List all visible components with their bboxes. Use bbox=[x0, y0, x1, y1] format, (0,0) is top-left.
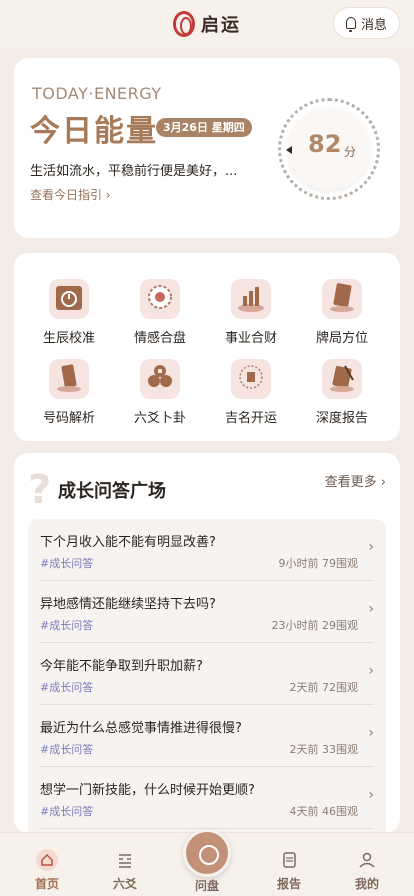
user-icon bbox=[356, 849, 378, 871]
message-button[interactable]: 消息 bbox=[332, 7, 400, 39]
tab-label-wenpan: 问盘 bbox=[194, 879, 219, 893]
brand-name: 启运 bbox=[201, 15, 241, 36]
energy-score: 82 bbox=[308, 130, 342, 158]
qa-question: 最近为什么总感觉事情推进得很慢? bbox=[40, 721, 242, 736]
chevron-right-icon: › bbox=[368, 663, 374, 679]
liuyao-icon bbox=[114, 849, 136, 871]
qa-list-item[interactable]: 异地感情还能继续坚持下去吗? #成长问答 23小时前 29围观 › bbox=[28, 581, 386, 643]
qa-question: 下个月收入能不能有明显改善? bbox=[40, 535, 216, 550]
qa-tag: #成长问答 bbox=[40, 805, 94, 818]
tool-liuyao-divination[interactable]: 六爻卜卦 bbox=[117, 359, 203, 426]
wenpan-center-button[interactable] bbox=[183, 829, 231, 877]
home-icon bbox=[36, 849, 58, 871]
tool-label: 生辰校准 bbox=[42, 331, 95, 346]
tool-label: 牌局方位 bbox=[315, 331, 368, 346]
energy-title: 今日能量 bbox=[30, 114, 158, 149]
tab-home[interactable]: 首页 bbox=[17, 849, 77, 892]
tab-label: 我的 bbox=[354, 877, 379, 891]
energy-score-unit: 分 bbox=[344, 145, 357, 159]
top-header: 启运 消息 bbox=[0, 0, 414, 48]
date-badge: 3月26日 星期四 bbox=[156, 118, 252, 137]
qa-time: 9小时前 bbox=[278, 557, 319, 570]
bottom-tab-bar: 首页 六爻 问盘 报告 我的 bbox=[0, 829, 414, 896]
qa-tag: #成长问答 bbox=[40, 557, 94, 570]
qa-meta: 4天前 46围观 bbox=[290, 803, 359, 819]
qa-views: 29围观 bbox=[322, 619, 358, 632]
qa-time: 2天前 bbox=[289, 743, 319, 756]
tab-label: 首页 bbox=[34, 877, 59, 891]
tool-career-wealth[interactable]: 事业合财 bbox=[208, 279, 294, 346]
qa-tag: #成长问答 bbox=[40, 743, 94, 756]
qa-section: ? 成长问答广场 查看更多 › 下个月收入能不能有明显改善? #成长问答 9小时… bbox=[14, 453, 400, 833]
view-more-link[interactable]: 查看更多 › bbox=[325, 471, 386, 490]
qa-meta: 2天前 72围观 bbox=[290, 679, 359, 695]
qa-meta: 9小时前 79围观 bbox=[279, 555, 359, 571]
today-energy-card[interactable]: TODAY·ENERGY 今日能量 3月26日 星期四 生活如流水，平稳前行便是… bbox=[14, 58, 400, 238]
tool-card-direction[interactable]: 牌局方位 bbox=[299, 279, 385, 346]
name-icon bbox=[231, 359, 271, 399]
phone-icon bbox=[49, 359, 89, 399]
tools-grid: 生辰校准 情感合盘 事业合财 牌局方位 号码解析 六爻卜卦 吉名开运 深度报告 bbox=[14, 253, 400, 441]
career-icon bbox=[231, 279, 271, 319]
qa-question: 想学一门新技能，什么时候开始更顺? bbox=[40, 783, 255, 798]
chevron-right-icon: › bbox=[368, 787, 374, 803]
tool-love-chart[interactable]: 情感合盘 bbox=[117, 279, 203, 346]
tab-liuyao[interactable]: 六爻 bbox=[95, 849, 155, 892]
tab-label: 报告 bbox=[276, 877, 301, 891]
dial-pointer-icon bbox=[286, 146, 292, 154]
tab-label: 六爻 bbox=[112, 877, 137, 891]
calendar-icon bbox=[49, 279, 89, 319]
qa-title: 成长问答广场 bbox=[58, 481, 166, 502]
energy-score-dial: 82 分 bbox=[278, 98, 380, 200]
qa-views: 72围观 bbox=[322, 681, 358, 694]
qa-list: 下个月收入能不能有明显改善? #成长问答 9小时前 79围观 › 异地感情还能继… bbox=[28, 519, 386, 833]
qa-meta: 23小时前 29围观 bbox=[272, 617, 359, 633]
qa-time: 4天前 bbox=[289, 805, 319, 818]
qa-list-item[interactable]: 今年能不能争取到升职加薪? #成长问答 2天前 72围观 › bbox=[28, 643, 386, 705]
logo-icon bbox=[173, 11, 195, 37]
qa-views: 46围观 bbox=[322, 805, 358, 818]
cards-icon bbox=[322, 279, 362, 319]
question-mark-icon: ? bbox=[28, 467, 52, 513]
tool-deep-report[interactable]: 深度报告 bbox=[299, 359, 385, 426]
energy-title-en: TODAY·ENERGY bbox=[32, 84, 162, 103]
tool-label: 吉名开运 bbox=[224, 411, 277, 426]
tool-label: 号码解析 bbox=[42, 411, 95, 426]
qa-tag: #成长问答 bbox=[40, 619, 94, 632]
report-icon bbox=[322, 359, 362, 399]
qa-list-item[interactable]: 想学一门新技能，什么时候开始更顺? #成长问答 4天前 46围观 › bbox=[28, 767, 386, 829]
tool-label: 六爻卜卦 bbox=[133, 411, 186, 426]
qa-views: 79围观 bbox=[322, 557, 358, 570]
qa-time: 2天前 bbox=[289, 681, 319, 694]
tab-mine[interactable]: 我的 bbox=[337, 849, 397, 892]
qa-question: 异地感情还能继续坚持下去吗? bbox=[40, 597, 216, 612]
chevron-right-icon: › bbox=[368, 539, 374, 555]
tool-label: 深度报告 bbox=[315, 411, 368, 426]
qa-question: 今年能不能争取到升职加薪? bbox=[40, 659, 203, 674]
tool-number-analysis[interactable]: 号码解析 bbox=[26, 359, 112, 426]
qa-time: 23小时前 bbox=[271, 619, 319, 632]
love-chart-icon bbox=[140, 279, 180, 319]
message-label: 消息 bbox=[360, 17, 387, 33]
qa-list-item[interactable]: 下个月收入能不能有明显改善? #成长问答 9小时前 79围观 › bbox=[28, 519, 386, 581]
tool-label: 情感合盘 bbox=[133, 331, 186, 346]
chevron-right-icon: › bbox=[368, 725, 374, 741]
qa-list-item[interactable]: 最近为什么总感觉事情推进得很慢? #成长问答 2天前 33围观 › bbox=[28, 705, 386, 767]
tool-birth-calibration[interactable]: 生辰校准 bbox=[26, 279, 112, 346]
brand: 启运 bbox=[173, 11, 241, 37]
tool-lucky-name[interactable]: 吉名开运 bbox=[208, 359, 294, 426]
chevron-right-icon: › bbox=[368, 601, 374, 617]
report-tab-icon bbox=[278, 849, 300, 871]
qa-tag: #成长问答 bbox=[40, 681, 94, 694]
qa-meta: 2天前 33围观 bbox=[290, 741, 359, 757]
bell-icon bbox=[345, 17, 356, 32]
tool-label: 事业合财 bbox=[224, 331, 277, 346]
view-guide-link[interactable]: 查看今日指引 › bbox=[30, 186, 111, 203]
tab-report[interactable]: 报告 bbox=[259, 849, 319, 892]
energy-summary: 生活如流水，平稳前行便是美好，... bbox=[30, 164, 238, 179]
coins-icon bbox=[140, 359, 180, 399]
qa-views: 33围观 bbox=[322, 743, 358, 756]
